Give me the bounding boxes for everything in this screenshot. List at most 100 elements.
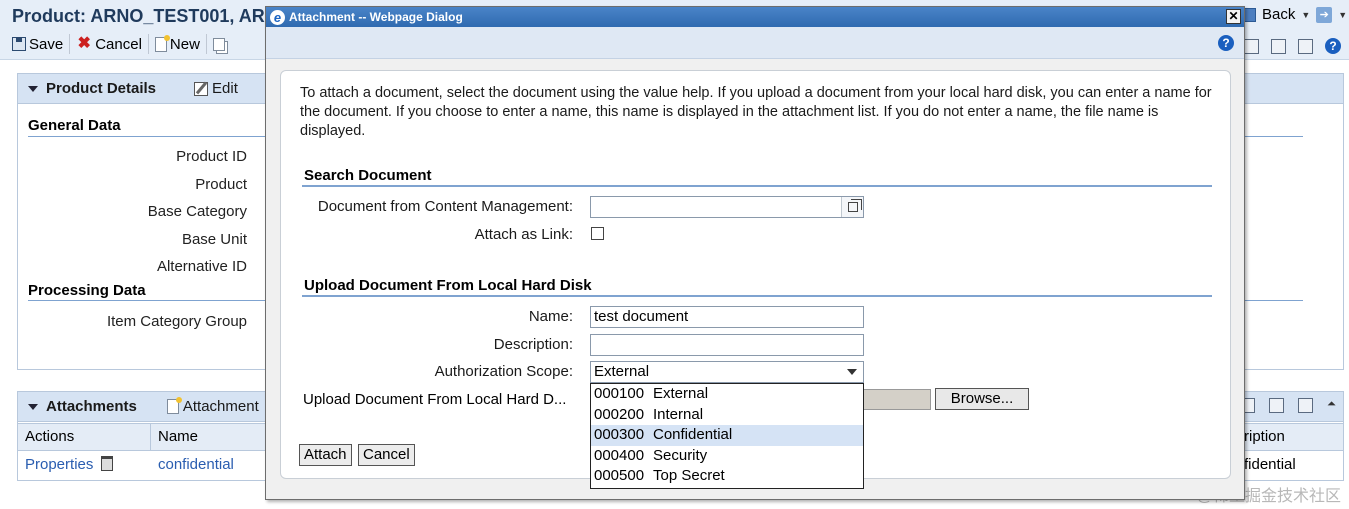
attachments-toolbar: ⏶ bbox=[1240, 398, 1336, 413]
option-code: 000100 bbox=[594, 385, 645, 402]
main-toolbar: Save ✖ Cancel New bbox=[12, 34, 231, 54]
close-icon[interactable]: ✕ bbox=[1226, 9, 1241, 24]
add-attachment-button[interactable]: Attachment bbox=[166, 397, 259, 415]
chevron-down-icon[interactable]: ▼ bbox=[1301, 10, 1310, 20]
properties-link[interactable]: Properties bbox=[25, 456, 93, 473]
close-icon: ✖ bbox=[77, 35, 91, 52]
new-label: New bbox=[169, 35, 200, 53]
name-label: Name: bbox=[528, 308, 573, 325]
filter-icon[interactable] bbox=[1298, 398, 1313, 413]
cancel-button[interactable]: Cancel bbox=[358, 444, 415, 466]
value-help-button[interactable] bbox=[841, 197, 863, 217]
browse-button[interactable]: Browse... bbox=[935, 388, 1029, 410]
cancel-button[interactable]: ✖ Cancel bbox=[76, 34, 149, 54]
upload-divider bbox=[302, 295, 1212, 297]
option-label: Confidential bbox=[653, 426, 733, 444]
new-document-icon bbox=[154, 34, 170, 52]
doc-from-cm-input[interactable] bbox=[590, 196, 864, 218]
value-help-icon bbox=[848, 199, 862, 212]
edit-icon bbox=[194, 81, 209, 96]
option-label: External bbox=[653, 385, 709, 402]
search-document-title: Search Document bbox=[304, 167, 432, 184]
help-icon[interactable]: ? bbox=[1218, 35, 1234, 51]
save-button[interactable]: Save bbox=[12, 34, 71, 54]
option-label: Security bbox=[653, 446, 708, 464]
forward-icon[interactable]: ➔ bbox=[1316, 6, 1333, 23]
column-divider bbox=[150, 423, 151, 451]
base-category-label: Base Category bbox=[147, 203, 247, 220]
header-icons: ? bbox=[1244, 38, 1341, 54]
upload-section-title: Upload Document From Local Hard Disk bbox=[304, 277, 592, 294]
save-icon bbox=[12, 37, 26, 51]
upload-file-label: Upload Document From Local Hard D... bbox=[303, 391, 567, 408]
list-item-highlighted[interactable]: 000300 Confidential bbox=[591, 425, 863, 446]
dialog-title: Attachment -- Webpage Dialog bbox=[289, 10, 463, 24]
edit-label: Edit bbox=[212, 80, 238, 97]
add-attachment-label: Attachment bbox=[182, 398, 259, 415]
chevron-down-icon[interactable] bbox=[841, 362, 863, 382]
notes-icon[interactable] bbox=[1244, 38, 1259, 54]
back-icon bbox=[1244, 7, 1256, 22]
copy-button[interactable] bbox=[212, 34, 231, 54]
alternative-id-label: Alternative ID bbox=[156, 258, 247, 275]
option-code: 000300 bbox=[594, 426, 645, 444]
collapse-icon[interactable] bbox=[28, 403, 38, 410]
list-item[interactable]: 000100 External bbox=[591, 384, 863, 405]
edit-button[interactable]: Edit bbox=[194, 80, 238, 97]
trash-icon[interactable] bbox=[101, 456, 114, 471]
option-label: Internal bbox=[653, 405, 704, 423]
browser-icon: e bbox=[270, 9, 285, 25]
list-item[interactable]: 000200 Internal bbox=[591, 405, 863, 426]
column-actions[interactable]: Actions bbox=[25, 428, 74, 445]
general-data-title: General Data bbox=[28, 117, 121, 134]
option-label: Top Secret bbox=[653, 467, 725, 485]
item-category-group-label: Item Category Group bbox=[106, 313, 247, 330]
chevron-down-icon[interactable]: ▼ bbox=[1338, 10, 1347, 20]
attachments-title: Attachments bbox=[46, 398, 137, 415]
auth-scope-value: External bbox=[594, 363, 650, 380]
attach-as-link-checkbox[interactable] bbox=[591, 227, 604, 240]
attachment-description: fidential bbox=[1244, 456, 1296, 473]
new-attachment-icon bbox=[166, 397, 182, 414]
table-row: Properties bbox=[25, 456, 114, 473]
description-input[interactable] bbox=[590, 334, 864, 356]
column-name[interactable]: Name bbox=[158, 428, 198, 445]
print-icon[interactable] bbox=[1298, 38, 1313, 54]
save-label: Save bbox=[29, 35, 64, 53]
help-icon[interactable]: ? bbox=[1325, 38, 1341, 54]
list-item[interactable]: 000500 Top Secret bbox=[591, 466, 863, 487]
attach-as-link-label: Attach as Link: bbox=[474, 226, 573, 243]
collapse-icon[interactable] bbox=[28, 85, 38, 92]
column-description[interactable]: ription bbox=[1244, 428, 1285, 445]
product-label: Product bbox=[195, 176, 247, 193]
settings-icon[interactable] bbox=[1269, 398, 1284, 413]
cancel-label: Cancel bbox=[95, 35, 142, 53]
attachment-name-link[interactable]: confidential bbox=[158, 456, 234, 473]
description-label: Description: bbox=[493, 336, 573, 353]
new-button[interactable]: New bbox=[154, 34, 207, 54]
intro-text: To attach a document, select the documen… bbox=[300, 85, 1212, 139]
option-code: 000500 bbox=[594, 467, 645, 485]
auth-scope-select[interactable]: External bbox=[590, 361, 864, 383]
base-unit-label: Base Unit bbox=[181, 231, 247, 248]
processing-data-title: Processing Data bbox=[28, 282, 146, 299]
auth-scope-label: Authorization Scope: bbox=[434, 363, 573, 380]
tools-icon[interactable] bbox=[1271, 38, 1286, 54]
doc-from-cm-label: Document from Content Management: bbox=[317, 198, 573, 215]
dialog-titlebar[interactable]: e Attachment -- Webpage Dialog ✕ bbox=[266, 7, 1244, 27]
option-code: 000400 bbox=[594, 446, 645, 464]
attach-button[interactable]: Attach bbox=[299, 444, 352, 466]
collapse-up-icon[interactable]: ⏶ bbox=[1327, 398, 1336, 413]
product-details-title: Product Details bbox=[46, 80, 157, 97]
back-button[interactable]: Back bbox=[1262, 6, 1295, 23]
option-code: 000200 bbox=[594, 405, 645, 423]
page-title: Product: ARNO_TEST001, AR bbox=[12, 6, 265, 26]
dialog-toolbar: ? bbox=[266, 27, 1244, 59]
list-item[interactable]: 000400 Security bbox=[591, 446, 863, 467]
file-path-input[interactable] bbox=[861, 389, 931, 410]
nav-buttons: Back ▼ ➔ ▼ bbox=[1244, 6, 1347, 23]
name-input[interactable]: test document bbox=[590, 306, 864, 328]
copy-icon bbox=[212, 37, 225, 51]
product-id-label: Product ID bbox=[176, 148, 247, 165]
auth-scope-dropdown: 000100 External 000200 Internal 000300 Conf… bbox=[590, 383, 864, 489]
